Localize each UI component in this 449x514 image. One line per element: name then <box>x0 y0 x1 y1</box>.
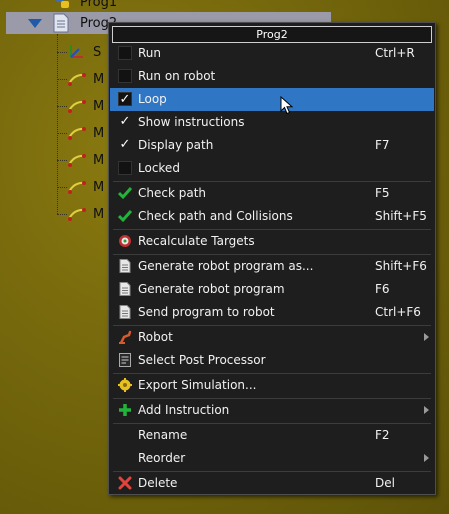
menu-item-label: Run <box>138 46 162 60</box>
menu-item-label: Delete <box>138 476 178 490</box>
tree-child-item[interactable]: M <box>57 203 104 225</box>
submenu-arrow-icon <box>424 406 429 414</box>
green-plus-icon <box>119 404 131 416</box>
menu-item-label: Loop <box>138 92 167 106</box>
collapse-arrow-icon[interactable] <box>28 18 42 28</box>
tree-child-item[interactable]: S <box>57 41 101 63</box>
export-simulation-icon <box>118 378 132 392</box>
menu-item-label: Check path and Collisions <box>138 209 293 223</box>
tree-item-label: Prog1 <box>80 0 118 10</box>
menu-item-generate-program[interactable]: Generate robot program F6 <box>110 278 434 301</box>
submenu-arrow-icon <box>424 454 429 462</box>
tree-child-item[interactable]: M <box>57 122 104 144</box>
tree-item-label: M <box>93 125 105 141</box>
robot-arm-icon <box>119 330 132 344</box>
document-icon <box>119 282 131 296</box>
menu-item-shortcut: Del <box>375 476 395 490</box>
menu-item-label: Check path <box>138 186 207 200</box>
menu-item-recalculate-targets[interactable]: Recalculate Targets <box>110 230 434 253</box>
menu-item-shortcut: Shift+F5 <box>375 209 427 223</box>
menu-item-robot[interactable]: Robot <box>110 326 434 349</box>
menu-item-label: Export Simulation... <box>138 378 257 392</box>
menu-item-show-instructions[interactable]: ✓ Show instructions <box>110 111 434 134</box>
red-x-icon <box>118 476 132 490</box>
menu-item-display-path[interactable]: ✓ Display path F7 <box>110 134 434 157</box>
menu-item-shortcut: F7 <box>375 138 390 152</box>
document-icon <box>119 305 131 319</box>
checkbox-empty-icon <box>118 161 132 175</box>
tree-item-label: M <box>93 71 105 87</box>
menu-title: Prog2 <box>112 26 432 43</box>
move-instruction-icon <box>68 208 86 221</box>
menu-item-label: Reorder <box>138 451 186 465</box>
menu-item-export-simulation[interactable]: Export Simulation... <box>110 374 434 397</box>
checkbox-empty-icon <box>118 69 132 83</box>
menu-item-label: Add Instruction <box>138 403 230 417</box>
menu-item-label: Robot <box>138 330 173 344</box>
green-check-icon <box>118 187 132 200</box>
program-document-icon <box>53 13 69 33</box>
tree-item-label: S <box>93 44 102 60</box>
move-instruction-icon <box>68 181 86 194</box>
checkmark-icon: ✓ <box>119 114 131 129</box>
tree-child-item[interactable]: M <box>57 149 104 171</box>
menu-item-check-path[interactable]: Check path F5 <box>110 182 434 205</box>
menu-item-label: Generate robot program as... <box>138 259 314 273</box>
tree-item-label: M <box>93 152 105 168</box>
menu-item-shortcut: F5 <box>375 186 390 200</box>
menu-item-label: Rename <box>138 428 188 442</box>
menu-item-run[interactable]: Run Ctrl+R <box>110 42 434 65</box>
frame-axes-icon <box>70 45 83 58</box>
menu-item-rename[interactable]: Rename F2 <box>110 424 434 447</box>
menu-item-label: Run on robot <box>138 69 216 83</box>
menu-item-shortcut: Ctrl+F6 <box>375 305 421 319</box>
tree-child-item[interactable]: M <box>57 68 104 90</box>
post-processor-icon <box>119 353 131 367</box>
checkmark-icon: ✓ <box>119 137 131 152</box>
document-icon <box>119 259 131 273</box>
menu-item-select-post-processor[interactable]: Select Post Processor <box>110 349 434 372</box>
move-instruction-icon <box>68 100 86 113</box>
menu-item-loop[interactable]: ✓ Loop <box>110 88 434 111</box>
tree-item-label: M <box>93 179 105 195</box>
menu-item-label: Generate robot program <box>138 282 285 296</box>
menu-item-shortcut: Shift+F6 <box>375 259 427 273</box>
menu-item-label: Display path <box>138 138 214 152</box>
menu-item-label: Select Post Processor <box>138 353 266 367</box>
submenu-arrow-icon <box>424 333 429 341</box>
menu-item-reorder[interactable]: Reorder <box>110 447 434 470</box>
menu-item-generate-program-as[interactable]: Generate robot program as... Shift+F6 <box>110 255 434 278</box>
context-menu: Prog2 Run Ctrl+R Run on robot ✓ Loop ✓ S… <box>108 22 436 495</box>
move-instruction-icon <box>68 154 86 167</box>
menu-item-send-program[interactable]: Send program to robot Ctrl+F6 <box>110 301 434 324</box>
menu-item-run-on-robot[interactable]: Run on robot <box>110 65 434 88</box>
checkbox-checked-icon: ✓ <box>118 92 132 107</box>
menu-item-add-instruction[interactable]: Add Instruction <box>110 399 434 422</box>
menu-item-label: Show instructions <box>138 115 245 129</box>
menu-item-shortcut: F2 <box>375 428 390 442</box>
menu-item-shortcut: F6 <box>375 282 390 296</box>
green-check-icon <box>118 210 132 223</box>
menu-item-label: Send program to robot <box>138 305 275 319</box>
checkbox-empty-icon <box>118 46 132 60</box>
tree-item-label: M <box>93 98 105 114</box>
menu-item-shortcut: Ctrl+R <box>375 46 415 60</box>
tree-child-item[interactable]: M <box>57 95 104 117</box>
menu-item-label: Locked <box>138 161 180 175</box>
move-instruction-icon <box>68 73 86 86</box>
menu-item-label: Recalculate Targets <box>138 234 255 248</box>
menu-item-check-path-collisions[interactable]: Check path and Collisions Shift+F5 <box>110 205 434 228</box>
tree-item-label: M <box>93 206 105 222</box>
menu-item-locked[interactable]: Locked <box>110 157 434 180</box>
move-instruction-icon <box>68 127 86 140</box>
mouse-pointer-icon <box>280 96 294 115</box>
python-icon <box>56 0 69 8</box>
tree-child-item[interactable]: M <box>57 176 104 198</box>
recalculate-targets-icon <box>119 235 131 247</box>
menu-item-delete[interactable]: Delete Del <box>110 472 434 495</box>
